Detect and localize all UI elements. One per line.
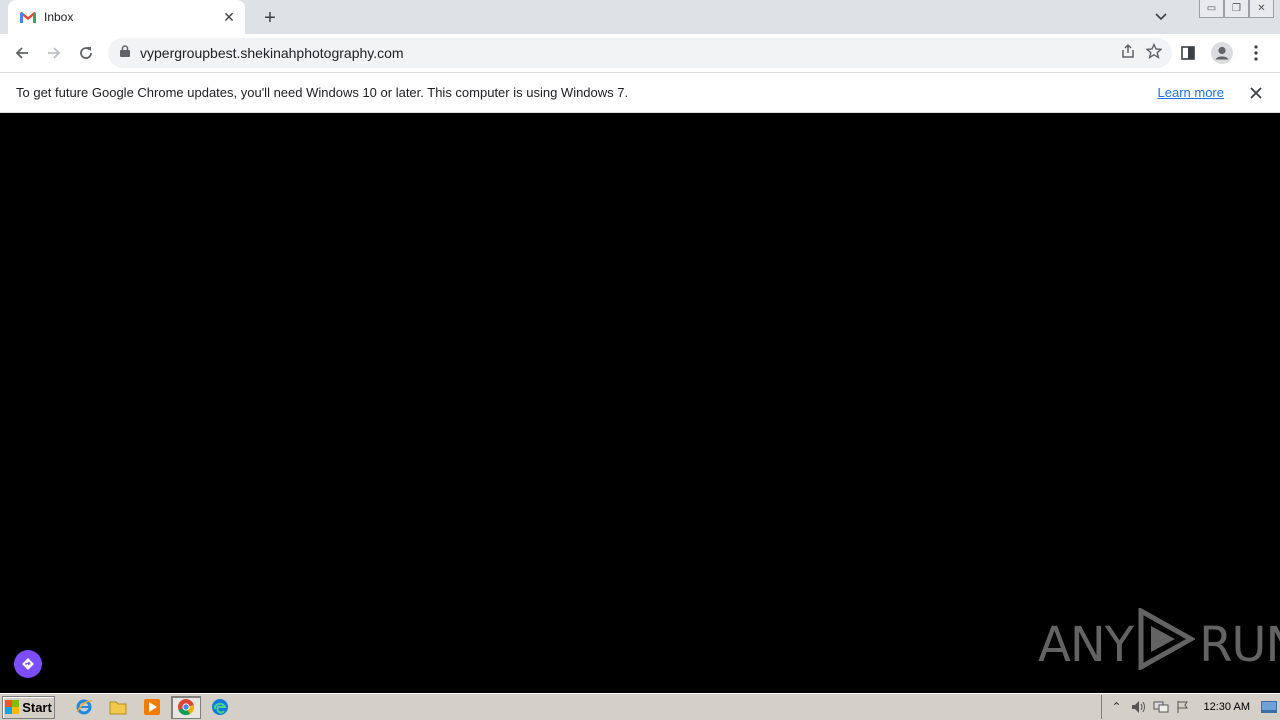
file-explorer-icon[interactable] [103,696,133,719]
learn-more-link[interactable]: Learn more [1158,85,1224,100]
window-controls: ▭ ❐ ✕ [1199,0,1274,18]
close-window-icon[interactable]: ✕ [1249,0,1274,18]
restore-icon[interactable]: ❐ [1224,0,1249,18]
network-icon[interactable] [1150,697,1172,717]
tab-title: Inbox [44,10,74,24]
show-hidden-icons-icon[interactable]: ⌃ [1106,697,1128,717]
show-desktop-icon[interactable] [1258,697,1280,717]
reload-icon[interactable] [70,37,102,69]
bookmark-star-icon[interactable] [1145,42,1163,64]
new-tab-button[interactable]: + [258,6,282,30]
share-icon[interactable] [1120,43,1136,64]
volume-icon[interactable] [1128,697,1150,717]
diamond-arrow-icon [22,658,34,670]
anyrun-watermark: ANY RUN [1038,606,1280,682]
edge-icon[interactable] [205,696,235,719]
media-player-icon[interactable] [137,696,167,719]
watermark-left: ANY [1038,617,1134,673]
tab-strip: Inbox ✕ + ▭ ❐ ✕ [0,0,1280,34]
forward-icon[interactable] [38,37,70,69]
watermark-right: RUN [1199,617,1280,673]
start-button[interactable]: Start [2,695,55,719]
minimize-icon[interactable]: ▭ [1199,0,1224,18]
play-logo-icon [1137,606,1197,682]
close-infobar-icon[interactable] [1246,83,1266,103]
url-text[interactable]: vypergroupbest.shekinahphotography.com [140,45,1120,61]
menu-kebab-icon[interactable] [1240,37,1272,69]
floating-action-button[interactable] [14,650,42,678]
action-center-flag-icon[interactable] [1172,697,1194,717]
infobar-message: To get future Google Chrome updates, you… [16,85,629,100]
gmail-icon [20,9,36,25]
side-panel-icon[interactable] [1172,37,1204,69]
windows-taskbar: Start ⌃ 12:30 AM [0,693,1280,720]
browser-toolbar: vypergroupbest.shekinahphotography.com [0,34,1280,72]
profile-avatar-icon[interactable] [1206,37,1238,69]
close-tab-icon[interactable]: ✕ [221,9,237,25]
tab-search-chevron-icon[interactable] [1150,6,1172,28]
update-infobar: To get future Google Chrome updates, you… [0,72,1280,113]
address-bar[interactable]: vypergroupbest.shekinahphotography.com [108,38,1172,68]
internet-explorer-icon[interactable] [69,696,99,719]
back-icon[interactable] [6,37,38,69]
chrome-taskbar-icon[interactable] [171,695,201,719]
start-label: Start [22,699,52,715]
page-content: ANY RUN [0,113,1280,693]
system-tray: ⌃ 12:30 AM [1100,695,1280,719]
tab-inbox[interactable]: Inbox ✕ [8,0,245,34]
clock[interactable]: 12:30 AM [1204,701,1250,713]
lock-icon[interactable] [120,44,130,62]
windows-flag-icon [5,700,20,714]
